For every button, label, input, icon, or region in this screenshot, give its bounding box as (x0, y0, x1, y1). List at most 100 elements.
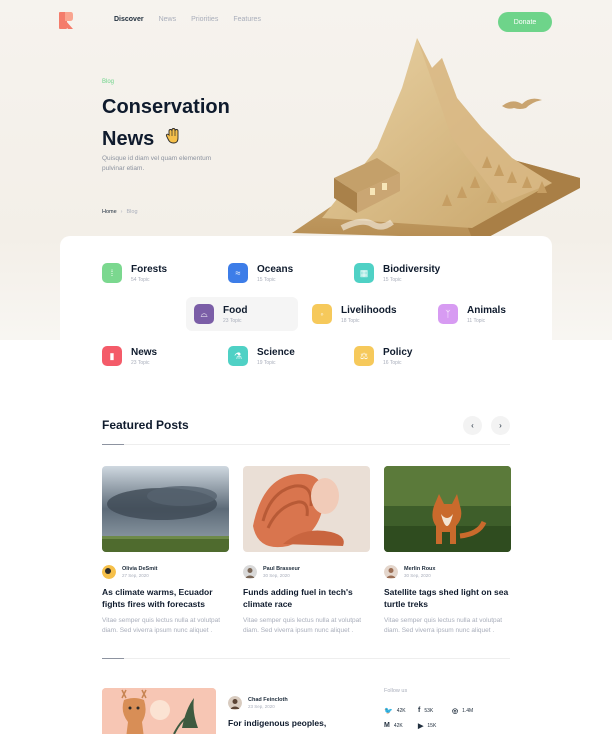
divider (102, 444, 510, 445)
social-count: 15K (427, 723, 437, 729)
divider (102, 658, 510, 659)
mountain-illustration (292, 38, 580, 238)
breadcrumb: Home › Blog (102, 209, 138, 215)
topic-count: 15 Topic (383, 276, 402, 283)
page-title: Conservation News (102, 91, 302, 155)
avatar[interactable] (228, 696, 242, 710)
topic-name: Animals (467, 304, 506, 316)
waving-hand-icon (165, 128, 179, 144)
social-facebook[interactable]: f 53K (418, 707, 433, 714)
post-date: 30 Sep, 2020 (404, 573, 431, 578)
nav-item-features[interactable]: Features (233, 16, 261, 23)
post-title[interactable]: As climate warms, Ecuador fights fires w… (102, 586, 229, 610)
avatar[interactable] (243, 565, 257, 579)
post-title[interactable]: Funds adding fuel in tech's climate race (243, 586, 370, 610)
leaf-icon: ⁞ (102, 263, 122, 283)
social-youtube[interactable]: ▶ 15K (418, 722, 436, 730)
social-count: 1.4M (462, 708, 474, 714)
topic-food[interactable]: ⌓ Food 23 Topic (186, 297, 298, 331)
topic-name: News (131, 346, 158, 358)
topic-oceans[interactable]: ≈ Oceans 15 Topic (220, 256, 332, 290)
medium-icon: M (384, 722, 390, 729)
post-date: 27 Sep, 2020 (122, 573, 149, 578)
topic-count: 11 Topic (467, 317, 486, 324)
post-thumbnail-fox[interactable] (384, 466, 511, 552)
breadcrumb-separator-icon: › (120, 209, 123, 215)
topic-name: Policy (383, 346, 413, 358)
divider-accent (102, 658, 124, 659)
topic-biodiversity[interactable]: ▦ Biodiversity 15 Topic (346, 256, 458, 290)
pattern-icon: ▦ (354, 263, 374, 283)
bird-icon (502, 98, 542, 109)
topic-count: 15 Topic (257, 276, 276, 283)
social-medium[interactable]: M 42K (384, 722, 403, 729)
bulb-icon: ◦ (312, 304, 332, 324)
post-excerpt: Vitae semper quis lectus nulla at volutp… (384, 617, 503, 634)
post-card[interactable]: Paul Brasseur 30 Sep, 2020 Funds adding f… (243, 466, 370, 635)
twitter-icon: 🐦 (384, 708, 393, 715)
page-title-line2: News (102, 128, 155, 150)
next-arrow-button[interactable]: › (491, 416, 510, 435)
divider-accent (102, 444, 124, 445)
document-icon: ▮ (102, 346, 122, 366)
topic-science[interactable]: ⚗ Science 19 Topic (220, 339, 332, 373)
brand-logo[interactable] (59, 12, 73, 29)
featured-posts-title: Featured Posts (102, 418, 189, 432)
post-date: 30 Sep, 2020 (263, 573, 290, 578)
topic-name: Forests (131, 263, 168, 275)
post-author[interactable]: Chad Feincloth (248, 697, 288, 703)
post-thumbnail-storm[interactable] (102, 466, 229, 552)
scale-icon: ⚖ (354, 346, 374, 366)
paw-icon: ᛉ (438, 304, 458, 324)
topic-animals[interactable]: ᛉ Animals 11 Topic (430, 297, 542, 331)
topic-name: Biodiversity (383, 263, 441, 275)
nav-item-priorities[interactable]: Priorities (191, 16, 218, 23)
topic-count: 16 Topic (383, 359, 402, 366)
topic-count: 18 Topic (341, 317, 360, 324)
hero-subtitle: Quisque id diam vel quam elementum pulvi… (102, 155, 212, 172)
nav-item-news[interactable]: News (159, 16, 177, 23)
post-card[interactable]: Olivia DeSmit 27 Sep, 2020 As climate war… (102, 466, 229, 635)
post-thumbnail-deer[interactable] (102, 688, 216, 734)
post-thumbnail-sculpture[interactable] (243, 466, 370, 552)
follow-us-label: Follow us (384, 688, 408, 694)
topic-count: 23 Topic (131, 359, 150, 366)
social-instagram[interactable]: ◎ 1.4M (452, 707, 473, 715)
wave-icon: ≈ (228, 263, 248, 283)
youtube-icon: ▶ (418, 723, 424, 730)
post-excerpt: Vitae semper quis lectus nulla at volutp… (102, 617, 221, 634)
post-title[interactable]: For indigenous peoples, (228, 718, 326, 728)
page-title-line1: Conservation (102, 96, 230, 118)
social-count: 42K (393, 722, 403, 729)
nav-item-discover[interactable]: Discover (114, 16, 144, 23)
topic-livelihoods[interactable]: ◦ Livelihoods 18 Topic (304, 297, 416, 331)
social-count: 53K (424, 707, 434, 714)
topic-name: Food (223, 304, 248, 316)
post-excerpt: Vitae semper quis lectus nulla at volutp… (243, 617, 362, 634)
post-title[interactable]: Satellite tags shed light on sea turtle … (384, 586, 511, 610)
social-count: 42K (396, 708, 406, 714)
post-author[interactable]: Olivia DeSmit (122, 566, 157, 572)
topic-policy[interactable]: ⚖ Policy 16 Topic (346, 339, 458, 373)
avatar[interactable] (102, 565, 116, 579)
hero-tag: Blog (102, 79, 115, 85)
main-nav: Discover News Priorities Features (114, 16, 276, 23)
instagram-icon: ◎ (452, 708, 459, 715)
post-author[interactable]: Paul Brasseur (263, 566, 300, 572)
post-author[interactable]: Merlin Roux (404, 566, 435, 572)
social-twitter[interactable]: 🐦 42K (384, 707, 406, 715)
facebook-icon: f (418, 707, 421, 714)
prev-arrow-button[interactable]: ‹ (463, 416, 482, 435)
topic-count: 23 Topic (223, 317, 242, 324)
avatar[interactable] (384, 565, 398, 579)
post-card[interactable]: Merlin Roux 30 Sep, 2020 Satellite tags s… (384, 466, 511, 635)
topic-count: 19 Topic (257, 359, 276, 366)
topic-forests[interactable]: ⁞ Forests 54 Topic (94, 256, 206, 290)
breadcrumb-home[interactable]: Home (102, 209, 117, 215)
breadcrumb-current: Blog (126, 209, 138, 215)
post-date: 23 Sep, 2020 (248, 704, 275, 709)
topic-news[interactable]: ▮ News 23 Topic (94, 339, 206, 373)
topics-panel: ⁞ Forests 54 Topic ≈ Oceans 15 Topic ▦ Bio… (60, 236, 552, 386)
topic-name: Science (257, 346, 295, 358)
topic-count: 54 Topic (131, 276, 150, 283)
